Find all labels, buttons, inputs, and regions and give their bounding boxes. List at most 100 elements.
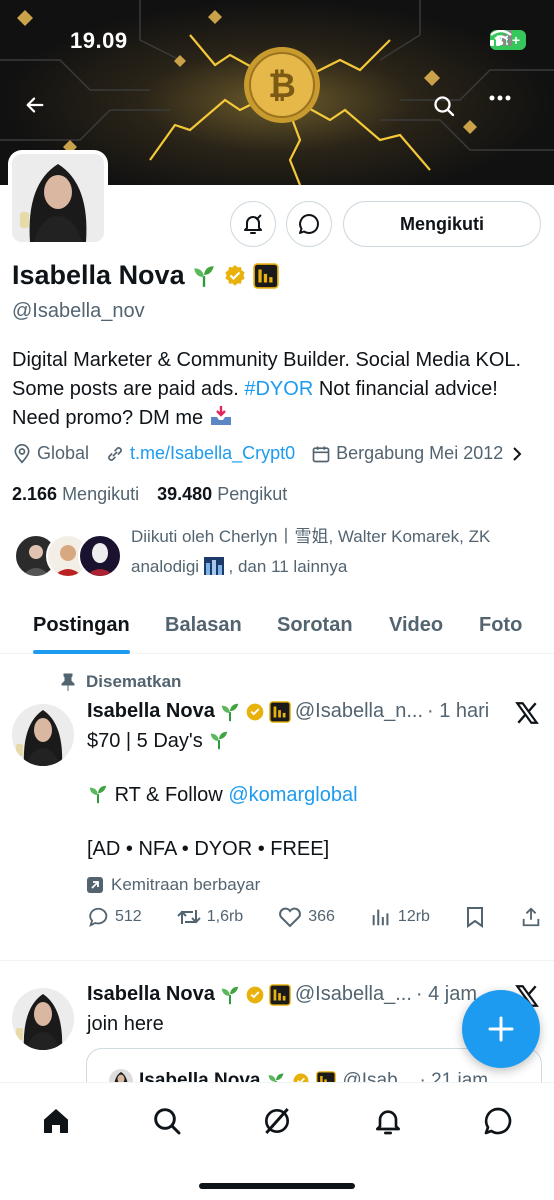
tab-balasan[interactable]: Balasan (165, 596, 242, 654)
reply-button[interactable]: 512 (87, 906, 142, 928)
more-icon (489, 95, 511, 101)
profile-stats: 2.166 Mengikuti 39.480 Pengikut (12, 484, 287, 505)
followers-label: Pengikut (217, 484, 288, 504)
back-button[interactable] (24, 94, 64, 134)
status-icons: 76+ (490, 30, 526, 50)
profile-name: Isabella Nova (12, 260, 185, 290)
like-count: 366 (308, 908, 335, 925)
pinned-label: Disematkan (86, 672, 182, 691)
followed-by-text: Diikuti oleh Cherlyn丨雪姐, Walter Komarek,… (131, 522, 531, 582)
message-button[interactable] (286, 201, 332, 247)
bookmark-icon (466, 907, 483, 928)
profile-name-row: Isabella Nova (12, 260, 279, 291)
notifications-button[interactable] (230, 201, 276, 247)
views-count: 12rb (397, 908, 430, 925)
post-line-1: $70 | 5 Day's (87, 730, 203, 752)
post-time: · 4 jam (415, 983, 477, 1005)
search-button[interactable] (432, 94, 472, 134)
city-icon (203, 557, 224, 575)
share-button[interactable] (520, 906, 542, 928)
mention-link[interactable]: @komarglobal (228, 784, 357, 806)
affiliate-badge-icon (252, 262, 279, 289)
following-stat[interactable]: 2.166 Mengikuti (12, 484, 139, 505)
status-time: 19.09 (70, 28, 128, 53)
tab-foto[interactable]: Foto (479, 596, 522, 654)
post-avatar[interactable] (12, 704, 74, 766)
post-text: $70 | 5 Day's RT & Follow @komarglobal [… (87, 728, 358, 863)
post-avatar-image (12, 988, 74, 1050)
seedling-icon (211, 731, 228, 750)
paid-partnership[interactable]: Kemitraan berbayar (87, 875, 260, 895)
seedling-icon (221, 703, 239, 721)
calendar-icon (312, 446, 330, 462)
nav-grok[interactable] (257, 1101, 297, 1141)
profile-avatar[interactable] (8, 150, 108, 246)
followed-by[interactable]: Diikuti oleh Cherlyn丨雪姐, Walter Komarek,… (14, 520, 544, 590)
post-time: · 1 hari (427, 700, 490, 722)
post-line-3: [AD • NFA • DYOR • FREE] (87, 838, 330, 860)
chevron-right-icon[interactable] (511, 446, 523, 462)
following-button[interactable]: Mengikuti (343, 201, 541, 247)
plus-icon (488, 1016, 514, 1042)
inbox-tray-icon (210, 406, 231, 425)
post-actions: 512 1,6rb 366 12rb (87, 906, 542, 928)
home-indicator (199, 1183, 355, 1189)
nav-home[interactable] (36, 1101, 76, 1141)
website[interactable]: t.me/Isabella_Crypt0 (105, 443, 295, 464)
pinned-indicator: Disematkan (60, 672, 181, 692)
chat-bubble-icon (484, 1107, 512, 1135)
verified-badge-icon (246, 986, 264, 1003)
verified-badge-icon (224, 264, 245, 286)
followers-stat[interactable]: 39.480 Pengikut (157, 484, 287, 505)
post-handle: @Isabella_... (294, 983, 412, 1005)
search-icon (154, 1108, 181, 1135)
profile-bio: Digital Marketer & Community Builder. So… (12, 346, 542, 433)
website-link[interactable]: t.me/Isabella_Crypt0 (130, 443, 295, 464)
svg-text:₿: ₿ (268, 66, 296, 106)
nav-messages[interactable] (478, 1101, 518, 1141)
nav-search[interactable] (147, 1101, 187, 1141)
more-button[interactable] (488, 94, 528, 134)
post-author[interactable]: Isabella Nova (87, 700, 215, 723)
post-avatar-image (12, 704, 74, 766)
seedling-icon (193, 265, 214, 287)
tab-video[interactable]: Video (389, 596, 443, 654)
followed-by-more: , dan 11 lainnya (228, 557, 348, 576)
compose-button[interactable] (462, 990, 540, 1068)
reply-icon (89, 907, 108, 928)
search-icon (434, 96, 455, 117)
views-button[interactable]: 12rb (370, 906, 430, 928)
join-date-text: Bergabung Mei 2012 (336, 443, 504, 463)
repost-button[interactable]: 1,6rb (177, 906, 243, 928)
join-date: Bergabung Mei 2012 (311, 443, 503, 464)
followers-count: 39.480 (157, 484, 213, 504)
location-text: Global (37, 443, 90, 463)
bell-check-icon (244, 214, 262, 234)
tab-postingan[interactable]: Postingan (33, 596, 130, 654)
follower-avatar (78, 534, 122, 578)
post-divider (0, 960, 554, 961)
location-pin-icon (14, 443, 30, 464)
nav-notifications[interactable] (368, 1101, 408, 1141)
arrow-left-icon (26, 97, 44, 113)
following-label: Mengikuti (62, 484, 140, 504)
bell-icon (376, 1110, 400, 1135)
affiliate-badge-icon (269, 983, 291, 1006)
post-header: Isabella Nova @Isabella_... · 4 jam (87, 983, 477, 1006)
chat-bubble-icon (299, 214, 319, 234)
profile-handle: @Isabella_nov (12, 300, 145, 322)
tab-sorotan[interactable]: Sorotan (277, 596, 353, 654)
bookmark-button[interactable] (465, 906, 485, 928)
post-avatar[interactable] (12, 988, 74, 1050)
post-text: join here (87, 1013, 164, 1035)
post-author[interactable]: Isabella Nova (87, 983, 215, 1006)
partnership-icon (87, 877, 103, 893)
avatar-image (12, 154, 104, 242)
seedling-icon (221, 986, 239, 1004)
follower-avatar-image (86, 543, 114, 576)
like-button[interactable]: 366 (278, 906, 335, 928)
post-handle: @Isabella_n... (294, 700, 423, 722)
heart-icon (279, 907, 302, 928)
profile-meta: Global t.me/Isabella_Crypt0 Bergabung Me… (12, 443, 523, 464)
hashtag-link[interactable]: #DYOR (244, 378, 313, 400)
